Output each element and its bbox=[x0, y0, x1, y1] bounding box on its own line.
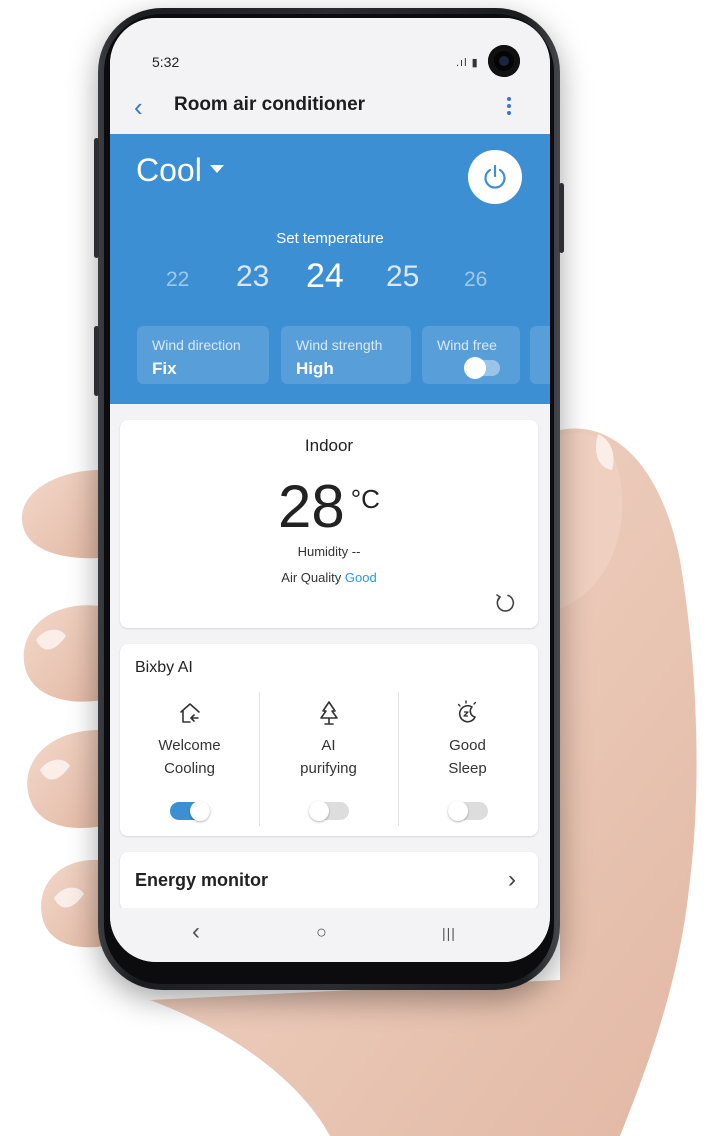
good-sleep-feature[interactable]: Good Sleep bbox=[398, 692, 537, 828]
set-temperature-label: Set temperature bbox=[276, 230, 384, 247]
mode-selector[interactable]: Cool bbox=[136, 152, 224, 189]
wind-free-chip[interactable]: Wind free bbox=[422, 326, 520, 384]
temp-selected-value: 24 bbox=[306, 257, 344, 295]
front-camera bbox=[488, 45, 520, 77]
air-quality-readout: Air Quality Good bbox=[120, 570, 538, 585]
feature-label: Good bbox=[449, 737, 486, 754]
power-side-button bbox=[559, 183, 564, 253]
mode-label: Cool bbox=[136, 152, 202, 188]
bixby-ai-card: Bixby AI Welcome Cooling AI purifying Go… bbox=[120, 644, 538, 836]
energy-monitor-label: Energy monitor bbox=[135, 870, 269, 890]
bixby-button bbox=[94, 326, 99, 396]
ai-purifying-toggle[interactable] bbox=[309, 801, 349, 821]
status-bar: 5:32 .ıl ▮ bbox=[110, 18, 550, 88]
home-arrow-icon bbox=[179, 703, 200, 723]
feature-label: Cooling bbox=[164, 760, 215, 777]
more-options-icon[interactable] bbox=[502, 94, 516, 124]
feature-label: Welcome bbox=[158, 737, 221, 754]
phone-screen: 5:32 .ıl ▮ ‹ Room air conditioner Cool S… bbox=[110, 18, 550, 962]
chevron-right-icon: › bbox=[508, 866, 516, 893]
caret-down-icon bbox=[209, 164, 224, 173]
wind-free-toggle[interactable] bbox=[464, 357, 500, 379]
temp-option[interactable]: 23 bbox=[236, 260, 269, 294]
bixby-title: Bixby AI bbox=[135, 659, 193, 676]
wind-free-label: Wind free bbox=[437, 337, 497, 353]
status-time: 5:32 bbox=[152, 54, 180, 70]
feature-label: AI bbox=[321, 737, 336, 754]
wind-strength-value: High bbox=[296, 359, 334, 378]
volume-button bbox=[94, 138, 99, 258]
nav-home-icon[interactable]: ○ bbox=[316, 922, 327, 943]
welcome-cooling-feature[interactable]: Welcome Cooling bbox=[120, 692, 259, 828]
indoor-card: Indoor 28 °C Humidity -- Air Quality Good bbox=[120, 420, 538, 628]
indoor-temp-value: 28 bbox=[278, 473, 345, 540]
indoor-temp-unit: °C bbox=[350, 484, 380, 514]
welcome-cooling-toggle[interactable] bbox=[170, 801, 210, 821]
page-title: Room air conditioner bbox=[174, 94, 366, 115]
energy-monitor-row[interactable]: Energy monitor › bbox=[120, 852, 538, 910]
air-quality-value: Good bbox=[344, 570, 377, 585]
wind-direction-value: Fix bbox=[152, 359, 177, 378]
temp-selected[interactable]: 24 ° bbox=[306, 257, 344, 296]
temperature-picker[interactable]: 22 23 24 ° 25 26 bbox=[110, 254, 550, 304]
refresh-icon[interactable] bbox=[494, 592, 516, 614]
indoor-temperature: 28 °C bbox=[120, 472, 538, 541]
good-sleep-toggle[interactable] bbox=[448, 801, 488, 821]
feature-label: purifying bbox=[300, 760, 357, 777]
signal-battery-icon: .ıl ▮ bbox=[456, 57, 479, 69]
ai-purifying-feature[interactable]: AI purifying bbox=[259, 692, 398, 828]
humidity-readout: Humidity -- bbox=[297, 544, 361, 559]
temp-option[interactable]: 26 bbox=[464, 268, 487, 292]
wind-direction-chip[interactable]: Wind direction Fix bbox=[137, 326, 269, 384]
feature-label: Sleep bbox=[448, 760, 487, 777]
temp-option[interactable]: 25 bbox=[386, 260, 419, 294]
wind-strength-chip[interactable]: Wind strength High bbox=[281, 326, 411, 384]
indoor-title: Indoor bbox=[304, 436, 354, 455]
temp-option[interactable]: 22 bbox=[166, 268, 189, 292]
power-icon bbox=[484, 164, 506, 189]
control-panel: Cool Set temperature 22 23 24 ° 25 26 Win… bbox=[110, 134, 550, 404]
system-nav-bar: ‹ ○ ||| bbox=[110, 908, 550, 962]
air-quality-label: Air Quality bbox=[281, 570, 342, 585]
wind-strength-label: Wind strength bbox=[296, 337, 383, 353]
wind-direction-label: Wind direction bbox=[152, 337, 241, 353]
back-arrow-icon[interactable]: ‹ bbox=[134, 92, 143, 122]
moon-sleep-icon bbox=[457, 700, 476, 723]
nav-recent-icon[interactable]: ||| bbox=[442, 925, 456, 941]
app-bar: ‹ Room air conditioner bbox=[110, 84, 550, 134]
more-controls-chip[interactable] bbox=[530, 326, 550, 384]
nav-back-icon[interactable]: ‹ bbox=[192, 918, 200, 946]
power-button[interactable] bbox=[468, 150, 522, 204]
tree-icon bbox=[319, 701, 338, 725]
